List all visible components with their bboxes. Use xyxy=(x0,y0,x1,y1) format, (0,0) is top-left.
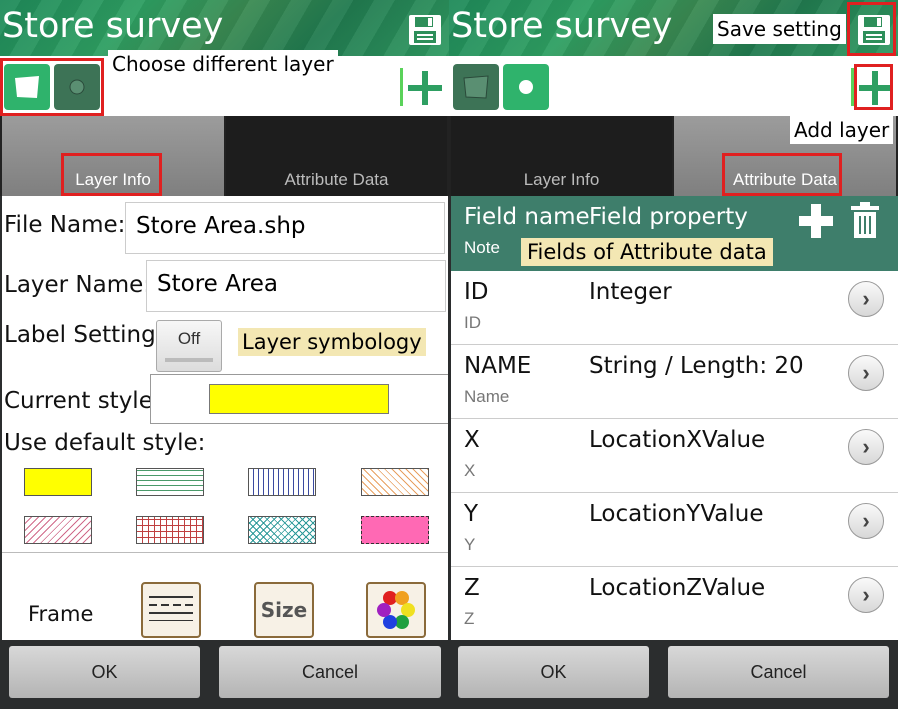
field-note: Z xyxy=(464,609,475,628)
ok-button[interactable]: OK xyxy=(458,646,649,698)
right-app-title: Store survey xyxy=(451,6,673,46)
delete-field-icon[interactable] xyxy=(849,200,881,240)
chevron-right-icon[interactable]: › xyxy=(848,281,884,317)
file-name-field[interactable]: Store Area.shp xyxy=(125,202,445,254)
chevron-right-icon[interactable]: › xyxy=(848,429,884,465)
polygon-layer-button[interactable] xyxy=(453,64,499,110)
field-name-header: Field name xyxy=(464,204,590,230)
left-tabbar: Layer Info Attribute Data xyxy=(0,116,449,196)
field-name: Y xyxy=(464,501,479,527)
left-button-bar: OK Cancel xyxy=(0,640,449,709)
field-property: LocationXValue xyxy=(589,427,766,453)
style-swatch-orange-hatch[interactable] xyxy=(361,468,429,496)
attribute-row[interactable]: X X LocationXValue › xyxy=(451,419,898,493)
annotation-choose-layer: Choose different layer xyxy=(108,50,338,78)
label-setting-label: Label Setting: xyxy=(4,322,164,348)
chevron-right-icon[interactable]: › xyxy=(848,577,884,613)
style-swatch-teal-crosshatch[interactable] xyxy=(248,516,316,544)
field-name: Z xyxy=(464,575,480,601)
field-property-header: Field property xyxy=(589,204,748,230)
annotation-symbology: Layer symbology xyxy=(238,328,426,356)
add-layer-icon[interactable] xyxy=(398,66,446,108)
field-property: Integer xyxy=(589,279,672,305)
style-swatch-yellow[interactable] xyxy=(24,468,92,496)
file-name-label: File Name: xyxy=(4,212,126,238)
attribute-row[interactable]: ID ID Integer › xyxy=(451,271,898,345)
layer-name-field[interactable]: Store Area xyxy=(146,260,446,312)
layer-info-panel: File Name: Store Area.shp Layer Name: St… xyxy=(2,196,448,640)
annotation-box-add-layer xyxy=(854,64,893,110)
annotation-save-setting: Save setting xyxy=(713,14,846,44)
field-note: Y xyxy=(464,535,476,554)
attribute-row[interactable]: Y Y LocationYValue › xyxy=(451,493,898,567)
right-title-bar: Store survey Save setting xyxy=(449,0,898,56)
frame-label: Frame xyxy=(28,602,94,626)
style-swatch-red-grid[interactable] xyxy=(136,516,204,544)
label-toggle[interactable]: Off xyxy=(156,320,222,372)
frame-style-button[interactable] xyxy=(141,582,201,638)
tab-layer-info[interactable]: Layer Info xyxy=(451,116,672,196)
note-header: Note xyxy=(464,238,500,257)
attribute-row[interactable]: NAME Name String / Length: 20 › xyxy=(451,345,898,419)
field-note: Name xyxy=(464,387,510,406)
divider xyxy=(2,552,448,553)
right-button-bar: OK Cancel xyxy=(449,640,898,709)
field-property: LocationZValue xyxy=(589,575,766,601)
chevron-right-icon[interactable]: › xyxy=(848,503,884,539)
cancel-button[interactable]: Cancel xyxy=(668,646,889,698)
field-note: ID xyxy=(464,313,481,332)
use-default-style-label: Use default style: xyxy=(4,430,206,456)
right-tabbar: Layer Info Attribute Data Add layer xyxy=(449,116,898,196)
cancel-button[interactable]: Cancel xyxy=(219,646,441,698)
attribute-header: Field name Field property Note Fields of… xyxy=(451,196,898,271)
style-swatch-green-lines[interactable] xyxy=(136,468,204,496)
annotation-box-layers xyxy=(0,58,104,116)
field-note: X xyxy=(464,461,476,480)
left-app-title: Store survey xyxy=(2,6,224,46)
ok-button[interactable]: OK xyxy=(9,646,200,698)
current-style-box[interactable] xyxy=(150,374,448,424)
field-name: NAME xyxy=(464,353,532,379)
annotation-box-save xyxy=(847,2,896,56)
field-property: String / Length: 20 xyxy=(589,353,804,379)
layer-name-label: Layer Name: xyxy=(4,272,152,298)
field-name: X xyxy=(464,427,480,453)
point-layer-button[interactable] xyxy=(503,64,549,110)
style-swatch-pink-hatch[interactable] xyxy=(24,516,92,544)
color-palette-icon[interactable] xyxy=(366,582,426,638)
left-title-bar: Store survey xyxy=(0,0,449,56)
field-name: ID xyxy=(464,279,489,305)
attribute-row[interactable]: Z Z LocationZValue › xyxy=(451,567,898,640)
size-button[interactable]: Size xyxy=(254,582,314,638)
field-property: LocationYValue xyxy=(589,501,764,527)
style-swatch-pink[interactable] xyxy=(361,516,429,544)
right-toolbar xyxy=(449,56,898,116)
annotation-box-attribute-data xyxy=(722,153,842,196)
current-style-label: Current style: xyxy=(4,388,161,414)
left-toolbar: Choose different layer xyxy=(0,50,449,116)
annotation-fields: Fields of Attribute data xyxy=(521,238,773,266)
add-field-icon[interactable] xyxy=(797,202,835,240)
chevron-right-icon[interactable]: › xyxy=(848,355,884,391)
current-style-swatch xyxy=(209,384,389,414)
annotation-add-layer: Add layer xyxy=(790,116,894,144)
style-swatch-blue-lines[interactable] xyxy=(248,468,316,496)
tab-attribute-data[interactable]: Attribute Data xyxy=(226,116,447,196)
save-icon[interactable] xyxy=(408,14,442,46)
annotation-box-layer-info xyxy=(61,153,162,196)
